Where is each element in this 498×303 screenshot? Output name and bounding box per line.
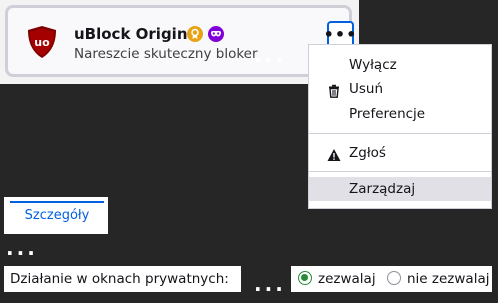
extension-name: uBlock Origin <box>74 25 188 43</box>
svg-text:uo: uo <box>34 36 50 49</box>
private-browsing-badge-icon <box>208 26 224 42</box>
menu-item-label: Preferencje <box>349 106 426 122</box>
menu-item-label: Zgłoś <box>349 145 386 161</box>
extension-options-menu: Wyłącz Usuń Preferencje Zgłoś Zarządzaj <box>308 44 492 209</box>
extension-description: Nareszcie skuteczny bloker <box>74 46 258 62</box>
menu-item-label: Wyłącz <box>349 57 397 73</box>
menu-separator <box>309 171 491 172</box>
more-options-label: ••• <box>323 25 358 44</box>
menu-item-label: Usuń <box>349 81 384 97</box>
private-windows-radio-group: zezwalaj nie zezwalaj <box>291 266 492 292</box>
disallow-radio-label[interactable]: nie zezwalaj <box>407 266 489 292</box>
disallow-radio[interactable] <box>387 271 401 285</box>
menu-separator <box>309 133 491 134</box>
menu-item-manage[interactable]: Zarządzaj <box>309 177 491 201</box>
extension-card-area: uo uBlock Origin Nareszcie skuteczny blo… <box>0 0 359 84</box>
ellipsis-marker: ... <box>254 43 286 67</box>
menu-item-remove[interactable]: Usuń <box>309 77 491 101</box>
menu-item-label: Zarządzaj <box>349 181 416 197</box>
ublock-logo-icon: uo <box>26 25 58 59</box>
recommended-badge-icon <box>187 26 203 42</box>
warning-icon <box>327 146 341 161</box>
private-windows-label-box: Działanie w oknach prywatnych: <box>4 266 241 292</box>
ellipsis-marker: ... <box>254 272 286 296</box>
allow-radio[interactable] <box>298 271 312 285</box>
menu-item-preferences[interactable]: Preferencje <box>309 102 491 126</box>
trash-icon <box>327 82 341 98</box>
menu-item-report[interactable]: Zgłoś <box>309 141 491 165</box>
extension-card[interactable]: uo uBlock Origin Nareszcie skuteczny blo… <box>5 5 356 77</box>
tab-details[interactable]: Szczegóły <box>10 201 104 229</box>
allow-radio-label[interactable]: zezwalaj <box>318 266 376 292</box>
menu-item-disable[interactable]: Wyłącz <box>309 53 491 77</box>
tab-strip: Szczegóły <box>4 197 108 234</box>
screen: uo uBlock Origin Nareszcie skuteczny blo… <box>0 0 498 303</box>
ellipsis-marker: ... <box>6 236 38 260</box>
private-windows-label: Działanie w oknach prywatnych: <box>10 271 229 287</box>
